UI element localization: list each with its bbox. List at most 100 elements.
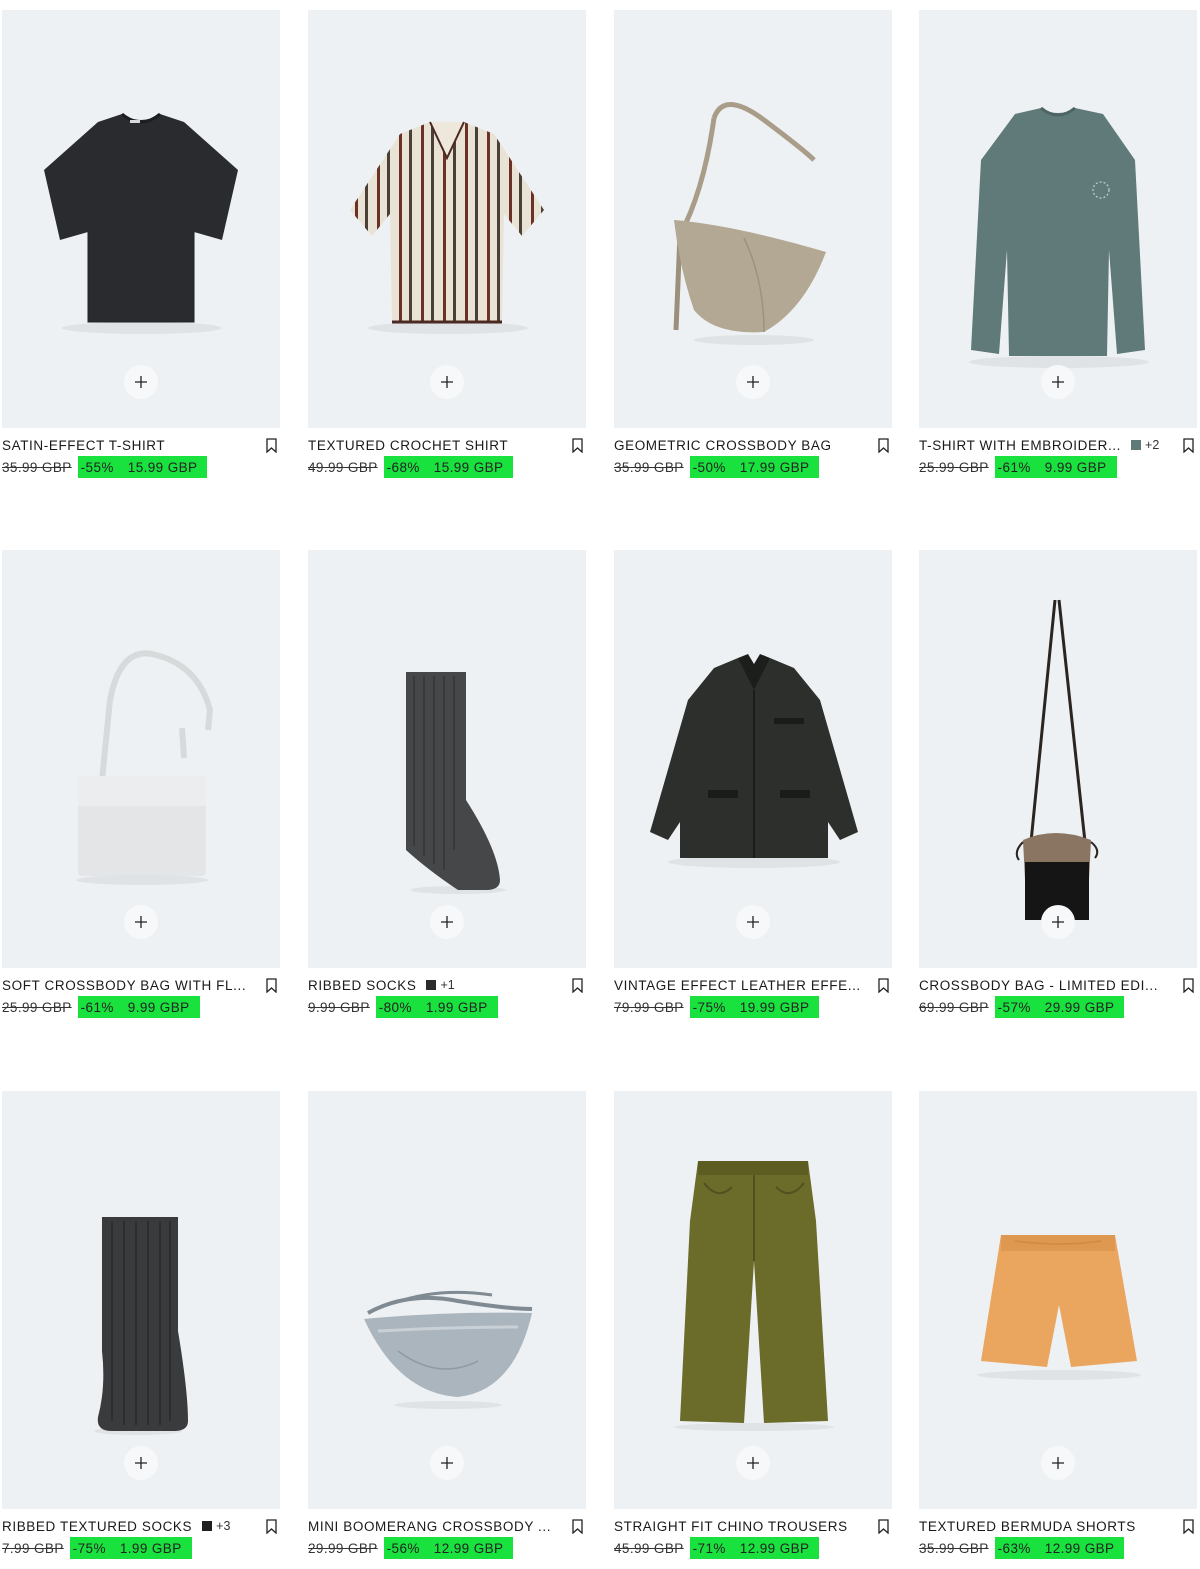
product-name[interactable]: CROSSBODY BAG - LIMITED EDI... <box>919 978 1158 993</box>
save-button[interactable] <box>876 1517 890 1535</box>
product-card[interactable]: TEXTURED CROCHET SHIRT 49.99 GBP -68% 15… <box>308 10 586 482</box>
product-info: MINI BOOMERANG CROSSBODY ... 29.99 GBP -… <box>308 1509 586 1563</box>
add-to-bag-button[interactable] <box>124 1446 158 1480</box>
product-image[interactable] <box>308 1091 586 1509</box>
add-to-bag-button[interactable] <box>430 365 464 399</box>
name-row: GEOMETRIC CROSSBODY BAG <box>614 436 892 454</box>
sale-price: 9.99 GBP <box>1044 459 1107 475</box>
save-button[interactable] <box>570 1517 584 1535</box>
add-to-bag-button[interactable] <box>430 1446 464 1480</box>
product-image[interactable] <box>614 550 892 968</box>
save-button[interactable] <box>264 1517 278 1535</box>
product-image[interactable] <box>2 10 280 428</box>
bookmark-icon <box>1182 437 1194 453</box>
name-row: SOFT CROSSBODY BAG WITH FL... <box>2 976 262 994</box>
save-button[interactable] <box>1181 436 1195 454</box>
price-row: 45.99 GBP -71% 12.99 GBP <box>614 1537 820 1559</box>
product-info: VINTAGE EFFECT LEATHER EFFE... 79.99 GBP… <box>614 968 892 1022</box>
color-swatches[interactable]: +2 <box>1131 438 1159 452</box>
product-image[interactable] <box>919 550 1197 968</box>
product-image[interactable] <box>919 1091 1197 1509</box>
color-swatch[interactable] <box>202 1521 213 1531</box>
product-card[interactable]: STRAIGHT FIT CHINO TROUSERS 45.99 GBP -7… <box>614 1091 892 1563</box>
product-image[interactable] <box>308 550 586 968</box>
product-card[interactable]: VINTAGE EFFECT LEATHER EFFE... 79.99 GBP… <box>614 550 892 1022</box>
color-swatches[interactable]: +3 <box>202 1519 230 1533</box>
name-row: MINI BOOMERANG CROSSBODY ... <box>308 1517 568 1535</box>
bookmark-icon <box>1182 977 1194 993</box>
add-to-bag-button[interactable] <box>430 905 464 939</box>
plus-icon <box>135 916 147 928</box>
price-row: 29.99 GBP -56% 12.99 GBP <box>308 1537 514 1559</box>
sale-badge: -75% 19.99 GBP <box>689 996 820 1018</box>
more-colors-count: +1 <box>440 978 455 992</box>
sale-badge: -75% 1.99 GBP <box>69 1537 192 1559</box>
product-info: CROSSBODY BAG - LIMITED EDI... 69.99 GBP… <box>919 968 1197 1022</box>
product-image[interactable] <box>614 10 892 428</box>
color-swatch[interactable] <box>426 980 437 990</box>
add-to-bag-button[interactable] <box>1041 1446 1075 1480</box>
product-card[interactable]: GEOMETRIC CROSSBODY BAG 35.99 GBP -50% 1… <box>614 10 892 482</box>
add-to-bag-button[interactable] <box>124 905 158 939</box>
save-button[interactable] <box>876 976 890 994</box>
price-row: 35.99 GBP -63% 12.99 GBP <box>919 1537 1125 1559</box>
discount-percent: -75% <box>72 1540 106 1556</box>
product-name[interactable]: VINTAGE EFFECT LEATHER EFFE... <box>614 978 861 993</box>
add-to-bag-button[interactable] <box>1041 905 1075 939</box>
bookmark-icon <box>1182 1518 1194 1534</box>
product-card[interactable]: RIBBED TEXTURED SOCKS +3 7.99 GBP -75% 1… <box>2 1091 280 1563</box>
original-price: 35.99 GBP <box>2 459 72 475</box>
add-to-bag-button[interactable] <box>736 1446 770 1480</box>
add-to-bag-button[interactable] <box>736 365 770 399</box>
plus-icon <box>1052 1457 1064 1469</box>
product-card[interactable]: T-SHIRT WITH EMBROIDER... +2 25.99 GBP -… <box>919 10 1197 482</box>
save-button[interactable] <box>876 436 890 454</box>
product-image[interactable] <box>614 1091 892 1509</box>
product-image[interactable] <box>308 10 586 428</box>
product-info: RIBBED TEXTURED SOCKS +3 7.99 GBP -75% 1… <box>2 1509 280 1563</box>
product-card[interactable]: SATIN-EFFECT T-SHIRT 35.99 GBP -55% 15.9… <box>2 10 280 482</box>
original-price: 25.99 GBP <box>2 999 72 1015</box>
more-colors-count: +3 <box>216 1519 231 1533</box>
plus-icon <box>1052 916 1064 928</box>
save-button[interactable] <box>264 436 278 454</box>
product-image[interactable] <box>919 10 1197 428</box>
product-card[interactable]: SOFT CROSSBODY BAG WITH FL... 25.99 GBP … <box>2 550 280 1022</box>
add-to-bag-button[interactable] <box>124 365 158 399</box>
price-row: 25.99 GBP -61% 9.99 GBP <box>2 996 200 1018</box>
discount-percent: -56% <box>386 1540 420 1556</box>
color-swatch[interactable] <box>1131 440 1142 450</box>
save-button[interactable] <box>1181 976 1195 994</box>
sale-price: 12.99 GBP <box>739 1540 810 1556</box>
plus-icon <box>441 376 453 388</box>
discount-percent: -50% <box>692 459 726 475</box>
sale-price: 19.99 GBP <box>739 999 810 1015</box>
product-name[interactable]: SATIN-EFFECT T-SHIRT <box>2 438 165 453</box>
save-button[interactable] <box>264 976 278 994</box>
product-info: TEXTURED CROCHET SHIRT 49.99 GBP -68% 15… <box>308 428 586 482</box>
product-name[interactable]: TEXTURED CROCHET SHIRT <box>308 438 508 453</box>
product-name[interactable]: STRAIGHT FIT CHINO TROUSERS <box>614 1519 848 1534</box>
product-card[interactable]: TEXTURED BERMUDA SHORTS 35.99 GBP -63% 1… <box>919 1091 1197 1563</box>
product-name[interactable]: RIBBED SOCKS <box>308 978 416 993</box>
save-button[interactable] <box>1181 1517 1195 1535</box>
product-image[interactable] <box>2 1091 280 1509</box>
sale-price: 17.99 GBP <box>739 459 810 475</box>
add-to-bag-button[interactable] <box>1041 365 1075 399</box>
product-name[interactable]: T-SHIRT WITH EMBROIDER... <box>919 438 1121 453</box>
product-name[interactable]: RIBBED TEXTURED SOCKS <box>2 1519 192 1534</box>
product-name[interactable]: SOFT CROSSBODY BAG WITH FL... <box>2 978 246 993</box>
product-card[interactable]: RIBBED SOCKS +1 9.99 GBP -80% 1.99 GBP <box>308 550 586 1022</box>
product-card[interactable]: MINI BOOMERANG CROSSBODY ... 29.99 GBP -… <box>308 1091 586 1563</box>
price-row: 79.99 GBP -75% 19.99 GBP <box>614 996 820 1018</box>
bookmark-icon <box>877 1518 889 1534</box>
product-name[interactable]: MINI BOOMERANG CROSSBODY ... <box>308 1519 551 1534</box>
save-button[interactable] <box>570 976 584 994</box>
product-image[interactable] <box>2 550 280 968</box>
product-name[interactable]: GEOMETRIC CROSSBODY BAG <box>614 438 832 453</box>
save-button[interactable] <box>570 436 584 454</box>
add-to-bag-button[interactable] <box>736 905 770 939</box>
product-name[interactable]: TEXTURED BERMUDA SHORTS <box>919 1519 1136 1534</box>
color-swatches[interactable]: +1 <box>426 978 455 992</box>
product-card[interactable]: CROSSBODY BAG - LIMITED EDI... 69.99 GBP… <box>919 550 1197 1022</box>
